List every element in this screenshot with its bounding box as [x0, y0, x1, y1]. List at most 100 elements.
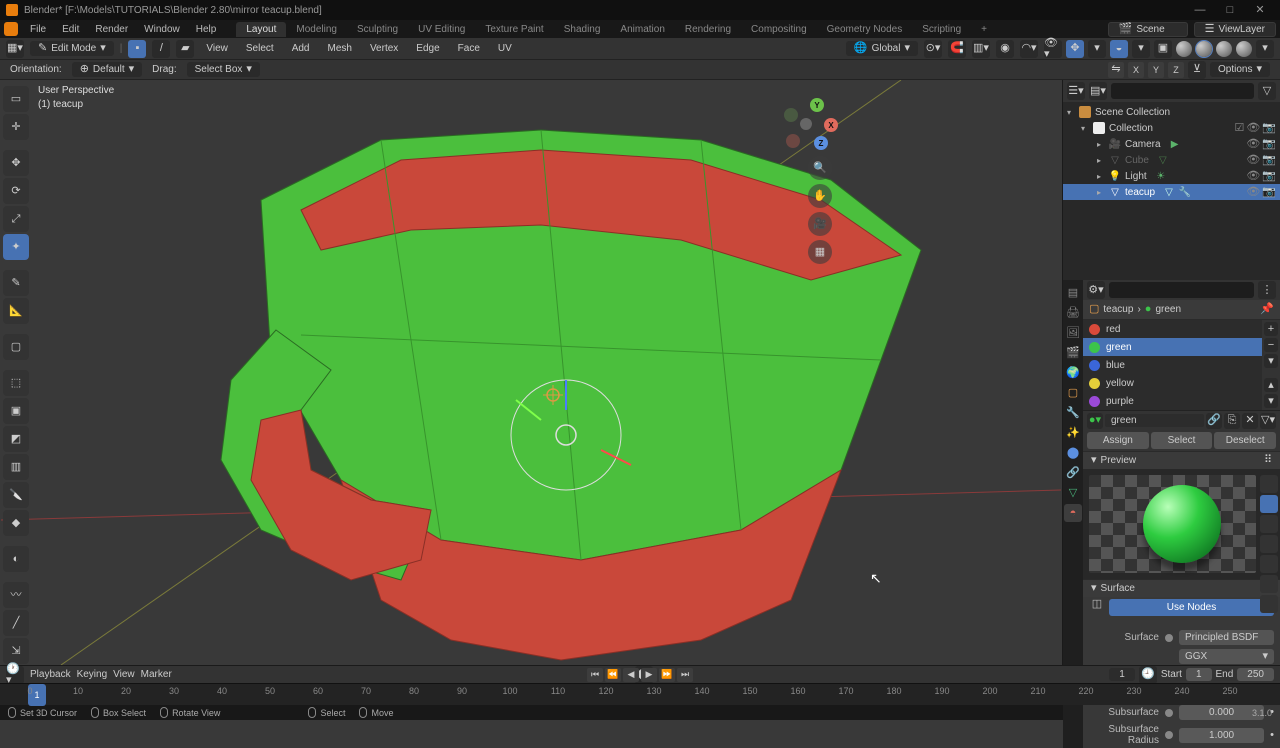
menu-file[interactable]: File	[22, 24, 54, 35]
outliner-filter-button[interactable]: ▽	[1258, 82, 1276, 100]
outliner-item-teacup[interactable]: ▸▽teacup▽🔧👁📷	[1063, 184, 1280, 200]
shading-material[interactable]	[1216, 41, 1232, 57]
vp-menu-vertex[interactable]: Vertex	[364, 43, 404, 54]
select-face-button[interactable]: ▰	[176, 40, 194, 58]
jump-start-button[interactable]: ⏮	[587, 668, 603, 682]
distribution-dropdown[interactable]: GGX▾	[1179, 649, 1274, 664]
material-slot-yellow[interactable]: yellow	[1083, 374, 1262, 392]
timeline-menu-keying[interactable]: Keying	[77, 669, 108, 680]
checkbox-icon[interactable]: ☑	[1234, 123, 1244, 134]
tool-select[interactable]: ▭	[3, 86, 29, 112]
tool-rotate[interactable]: ⟳	[3, 178, 29, 204]
select-edge-button[interactable]: /	[152, 40, 170, 58]
material-moveup-button[interactable]: ▴	[1264, 378, 1278, 392]
workspace-tab-scripting[interactable]: Scripting	[912, 22, 971, 37]
snap-dropdown[interactable]: ▥▾	[972, 40, 990, 58]
pin-icon[interactable]: 📌	[1260, 304, 1274, 315]
outliner-editor-dropdown[interactable]: ☰▾	[1067, 82, 1085, 100]
outliner-item-cube[interactable]: ▸▽Cube▽👁📷	[1063, 152, 1280, 168]
properties-editor-dropdown[interactable]: ⚙▾	[1087, 281, 1105, 299]
workspace-tab-modeling[interactable]: Modeling	[286, 22, 347, 37]
mirror-z-button[interactable]: Z	[1168, 62, 1184, 78]
orientation-preset-dropdown[interactable]: ⊕Default▾	[72, 62, 142, 77]
eye-icon[interactable]: 👁	[1246, 187, 1260, 198]
select-button[interactable]: Select	[1151, 432, 1213, 449]
maximize-button[interactable]: □	[1224, 4, 1236, 16]
editor-type-dropdown[interactable]: ▦▾	[6, 40, 24, 58]
timeline-ruler[interactable]: 1 01020304050607080901001101201301401501…	[0, 683, 1280, 705]
vp-menu-add[interactable]: Add	[286, 43, 316, 54]
eye-icon[interactable]: 👁	[1246, 171, 1260, 182]
socket-dot-icon[interactable]	[1165, 731, 1173, 739]
vp-menu-uv[interactable]: UV	[492, 43, 518, 54]
preview-range-toggle[interactable]: 🕘	[1139, 666, 1157, 684]
camera-view-button[interactable]: 🎥	[808, 212, 832, 236]
workspace-add[interactable]: +	[971, 22, 997, 37]
timeline-editor-dropdown[interactable]: 🕐▾	[6, 666, 24, 684]
play-reverse-button[interactable]: ◀	[623, 668, 639, 682]
material-slot-blue[interactable]: blue	[1083, 356, 1262, 374]
workspace-tab-compositing[interactable]: Compositing	[741, 22, 817, 37]
preview-panel-header[interactable]: ▾Preview⠿	[1083, 451, 1280, 469]
material-unlink-button[interactable]: ✕	[1242, 413, 1258, 429]
tool-inset[interactable]: ▣	[3, 398, 29, 424]
surface-shader-dropdown[interactable]: Principled BSDF	[1179, 630, 1274, 645]
preview-hair-button[interactable]	[1260, 535, 1278, 553]
panel-drag-icon[interactable]: ⠿	[1264, 455, 1272, 466]
pan-button[interactable]: ✋	[808, 184, 832, 208]
timeline-menu-playback[interactable]: Playback	[30, 669, 71, 680]
mirror-y-button[interactable]: Y	[1148, 62, 1164, 78]
xray-toggle[interactable]: ▣	[1154, 40, 1172, 58]
select-vertex-button[interactable]: ▪	[128, 40, 146, 58]
nav-y-axis[interactable]: Y	[810, 98, 824, 112]
3d-viewport[interactable]: ↖ User Perspective (1) teacup Y X Z 🔍 ✋ …	[0, 80, 1062, 665]
nav-x-axis[interactable]: X	[824, 118, 838, 132]
tool-move[interactable]: ✥	[3, 150, 29, 176]
subsurf-radius-input[interactable]: 1.000	[1179, 728, 1264, 743]
preview-flat-button[interactable]	[1260, 475, 1278, 493]
vp-menu-face[interactable]: Face	[452, 43, 486, 54]
tool-edgeslide[interactable]: ╱	[3, 610, 29, 636]
tool-loopcut[interactable]: ▥	[3, 454, 29, 480]
zoom-button[interactable]: 🔍	[808, 156, 832, 180]
preview-cube-button[interactable]	[1260, 515, 1278, 533]
shading-solid[interactable]	[1196, 41, 1212, 57]
nav-z-axis[interactable]: Z	[814, 136, 828, 150]
menu-help[interactable]: Help	[188, 24, 225, 35]
render-icon[interactable]: 📷	[1262, 139, 1276, 150]
start-frame-input[interactable]: 1	[1186, 668, 1212, 681]
prop-tab-object[interactable]: ▢	[1064, 384, 1082, 402]
workspace-tab-sculpting[interactable]: Sculpting	[347, 22, 408, 37]
menu-render[interactable]: Render	[87, 24, 136, 35]
nav-gizmo[interactable]: Y X Z	[780, 98, 832, 150]
material-add-button[interactable]: +	[1264, 322, 1278, 336]
tool-add-cube[interactable]: ▢	[3, 334, 29, 360]
overlay-toggle[interactable]: ◒	[1110, 40, 1128, 58]
preview-fluid-button[interactable]	[1260, 595, 1278, 613]
deselect-button[interactable]: Deselect	[1214, 432, 1276, 449]
material-link-button[interactable]: 🔗	[1206, 413, 1222, 429]
pivot-dropdown[interactable]: ⊙▾	[924, 40, 942, 58]
material-specials-button[interactable]: ▾	[1264, 354, 1278, 368]
timeline-menu-view[interactable]: View	[113, 669, 135, 680]
play-button[interactable]: ▶	[641, 668, 657, 682]
shading-dropdown[interactable]: ▾	[1256, 40, 1274, 58]
vp-menu-select[interactable]: Select	[240, 43, 280, 54]
blender-menu-icon[interactable]	[4, 22, 18, 36]
eye-icon[interactable]: 👁	[1246, 123, 1260, 134]
material-nodetree-button[interactable]: ▽▾	[1260, 413, 1276, 429]
proportional-toggle[interactable]: ◉	[996, 40, 1014, 58]
keyframe-dot-icon[interactable]: •	[1270, 730, 1274, 741]
socket-dot-icon[interactable]	[1165, 634, 1173, 642]
mirror-toggle-icon[interactable]: ⇋	[1108, 62, 1124, 78]
menu-edit[interactable]: Edit	[54, 24, 87, 35]
workspace-tab-layout[interactable]: Layout	[236, 22, 286, 37]
scene-selector[interactable]: 🎬Scene	[1108, 22, 1188, 37]
keyframe-next-button[interactable]: ⏩	[659, 668, 675, 682]
workspace-tab-shading[interactable]: Shading	[554, 22, 611, 37]
prop-tab-particle[interactable]: ✨	[1064, 424, 1082, 442]
mode-dropdown[interactable]: ✎Edit Mode▾	[30, 41, 114, 56]
prop-tab-data[interactable]: ▽	[1064, 484, 1082, 502]
outliner-display-dropdown[interactable]: ▤▾	[1089, 82, 1107, 100]
render-icon[interactable]: 📷	[1262, 171, 1276, 182]
